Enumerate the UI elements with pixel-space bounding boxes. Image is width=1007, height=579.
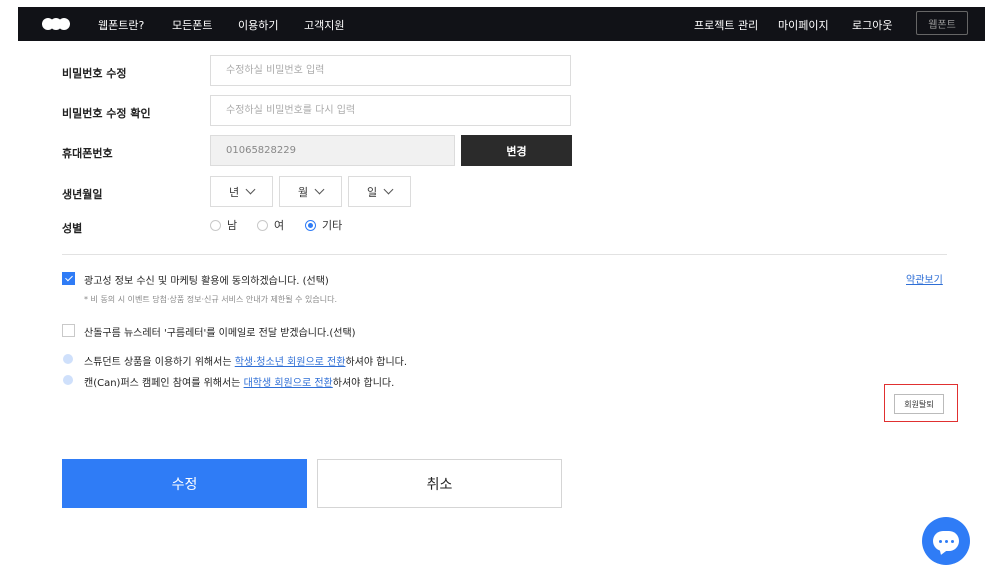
top-nav-inner: 웹폰트란? 모든폰트 이용하기 고객지원 프로젝트 관리 마이페이지 로그아웃 … (18, 7, 985, 41)
nav-item-project-manage[interactable]: 프로젝트 관리 (694, 17, 758, 33)
chevron-down-icon (383, 184, 394, 195)
phone-label: 휴대폰번호 (62, 147, 113, 160)
submit-button[interactable]: 수정 (62, 459, 307, 508)
password-confirm-label: 비밀번호 수정 확인 (62, 107, 151, 120)
radio-icon[interactable] (257, 219, 268, 231)
birth-year-value: 년 (228, 185, 240, 199)
campus-info-text: 캔(Can)퍼스 캠페인 참여를 위해서는 대학생 회원으로 전환하셔야 합니다… (84, 374, 394, 389)
chevron-down-icon (245, 184, 256, 195)
nav-item-how-to-use[interactable]: 이용하기 (238, 17, 278, 33)
gender-option-female[interactable]: 여 (257, 217, 284, 233)
marketing-note: * 비 동의 시 이벤트 당첨·상품 정보·신규 서비스 안내가 제한될 수 있… (84, 295, 338, 304)
webfont-button[interactable]: 웹폰트 (916, 11, 968, 35)
chat-button[interactable] (922, 517, 970, 565)
info-icon (63, 354, 73, 364)
cancel-button[interactable]: 취소 (317, 459, 562, 508)
campus-info-prefix: 캔(Can)퍼스 캠페인 참여를 위해서는 (84, 378, 244, 389)
gender-option-male[interactable]: 남 (210, 217, 237, 233)
nav-item-support[interactable]: 고객지원 (304, 17, 344, 33)
student-info-suffix: 하셔야 합니다. (345, 357, 408, 368)
withdraw-button[interactable]: 회원탈퇴 (894, 394, 944, 414)
chat-icon (933, 531, 959, 551)
birth-day-select[interactable]: 일 (348, 176, 411, 207)
gender-option-other[interactable]: 기타 (305, 217, 342, 233)
birth-month-value: 월 (297, 185, 309, 199)
gender-option-label: 기타 (322, 219, 343, 232)
chevron-down-icon (314, 184, 325, 195)
nav-item-about[interactable]: 웹폰트란? (98, 17, 144, 33)
gender-option-label: 남 (227, 219, 238, 232)
nav-item-all-fonts[interactable]: 모든폰트 (172, 17, 212, 33)
nav-item-mypage[interactable]: 마이페이지 (778, 17, 829, 33)
birth-year-select[interactable]: 년 (210, 176, 273, 207)
radio-icon[interactable] (210, 219, 221, 231)
student-info-prefix: 스튜던트 상품을 이용하기 위해서는 (84, 357, 235, 368)
top-nav-bar: 웹폰트란? 모든폰트 이용하기 고객지원 프로젝트 관리 마이페이지 로그아웃 … (0, 0, 1007, 48)
newsletter-checkbox[interactable] (62, 324, 75, 337)
password-input[interactable] (210, 55, 571, 86)
birth-day-value: 일 (366, 185, 378, 199)
gender-label: 성별 (62, 222, 83, 235)
phone-input (210, 135, 455, 166)
student-info-text: 스튜던트 상품을 이용하기 위해서는 학생·청소년 회원으로 전환하셔야 합니다… (84, 353, 407, 368)
marketing-consent-label: 광고성 정보 수신 및 마케팅 활용에 동의하겠습니다. (선택) (84, 276, 329, 287)
change-phone-button[interactable]: 변경 (461, 135, 572, 166)
student-convert-link[interactable]: 학생·청소년 회원으로 전환 (235, 357, 346, 368)
campus-info-suffix: 하셔야 합니다. (332, 378, 395, 389)
birth-label: 생년월일 (62, 188, 103, 201)
campus-convert-link[interactable]: 대학생 회원으로 전환 (244, 378, 333, 389)
birth-month-select[interactable]: 월 (279, 176, 342, 207)
marketing-checkbox[interactable] (62, 272, 75, 285)
terms-link[interactable]: 약관보기 (906, 271, 943, 286)
logo[interactable] (42, 18, 70, 30)
nav-item-logout[interactable]: 로그아웃 (852, 17, 892, 33)
password-label: 비밀번호 수정 (62, 67, 127, 80)
info-icon (63, 375, 73, 385)
newsletter-consent-label: 산돌구름 뉴스레터 '구름레터'를 이메일로 전달 받겠습니다.(선택) (84, 328, 356, 339)
section-divider (62, 254, 947, 255)
radio-selected-icon[interactable] (305, 219, 316, 231)
gender-option-label: 여 (274, 219, 285, 232)
password-confirm-input[interactable] (210, 95, 571, 126)
